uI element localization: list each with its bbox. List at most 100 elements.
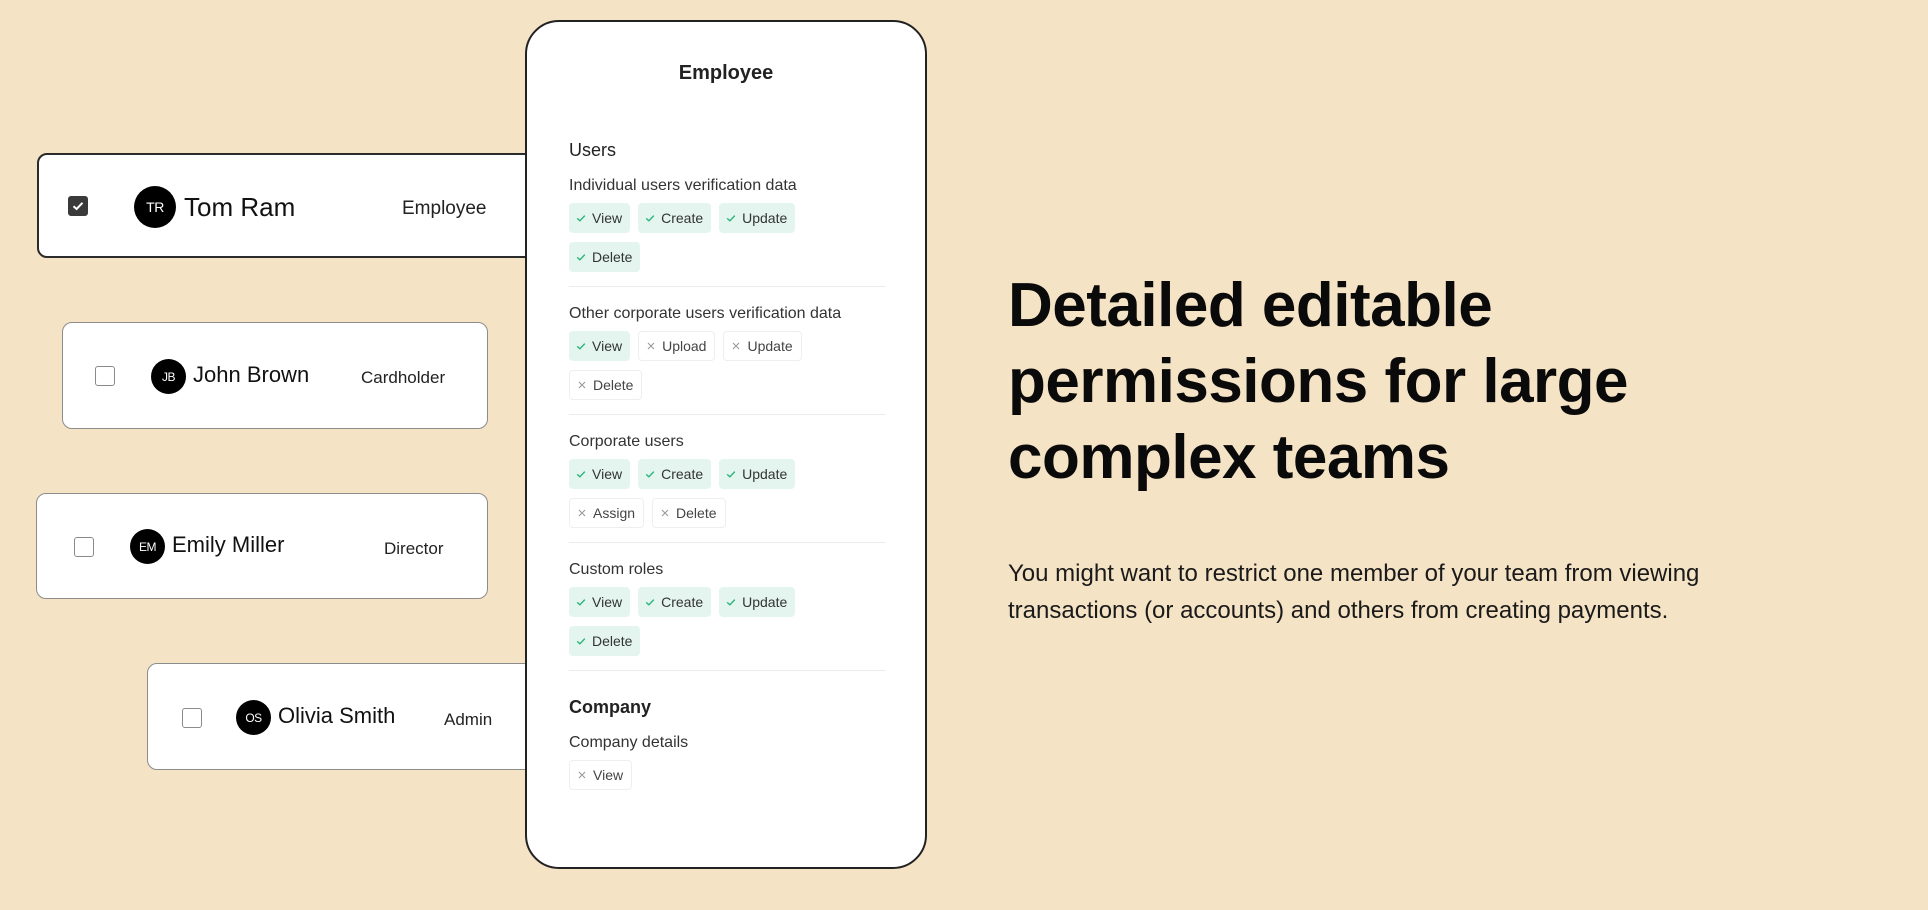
divider [569,286,886,287]
permission-label: Custom roles [569,561,664,578]
chip-label: View [592,466,623,482]
user-name: Emily Miller [172,532,285,557]
cross-icon [647,342,655,350]
permission-chip-delete[interactable]: Delete [569,626,641,656]
permission-chip-update[interactable]: Update [719,203,796,233]
permission-block: Corporate users View Create Update Assign Del… [569,433,883,528]
avatar: TR [134,186,176,228]
user-role: Admin [444,710,493,729]
permission-block: Other corporate users verification data V… [569,305,883,400]
page-headline: Detailed editable permissions for large … [1008,271,1629,492]
permission-chip-view[interactable]: View [569,331,631,361]
avatar: EM [130,529,165,564]
permission-block: Company details View [569,734,883,790]
check-icon [72,202,84,211]
permission-chip-view[interactable]: View [569,587,631,617]
permissions-panel: Employee Users Individual users verificat… [525,20,927,869]
permission-chip-delete[interactable]: Delete [652,498,726,528]
cross-icon [578,381,586,389]
permission-chip-assign[interactable]: Assign [569,498,645,528]
chip-label: Update [742,594,788,610]
chip-label: View [592,338,623,354]
user-card-tom-ram[interactable]: TR Tom Ram Employee [37,153,548,258]
permission-chip-view[interactable]: View [569,760,633,790]
permission-chip-create[interactable]: Create [638,203,712,233]
divider [569,670,886,671]
divider [569,542,886,543]
user-name: Olivia Smith [278,703,396,728]
check-icon [576,215,586,222]
user-role: Employee [402,198,487,219]
permission-chip-update[interactable]: Update [723,331,802,361]
user-checkbox[interactable] [74,537,94,557]
check-icon [645,215,655,222]
permission-chips: View Create Update Delete [569,203,869,272]
user-card-olivia-smith[interactable]: OS Olivia Smith Admin [147,663,548,770]
permissions-list: Users Individual users verification data V… [569,140,886,790]
cross-icon [578,509,586,517]
permission-chip-view[interactable]: View [569,203,631,233]
chip-label: Update [742,466,788,482]
permission-chip-view[interactable]: View [569,459,631,489]
avatar: OS [236,700,271,735]
permission-label: Other corporate users verification data [569,305,842,322]
cross-icon [733,342,740,350]
chip-label: Update [747,338,793,354]
permission-group-title: Company [569,697,652,717]
check-icon [576,599,586,606]
chip-label: Delete [592,633,633,649]
permission-chips: View Create Update Assign Delete [569,459,869,528]
permission-label: Corporate users [569,433,684,450]
user-checkbox[interactable] [182,708,202,728]
check-icon [726,599,736,606]
user-checkbox[interactable] [68,196,88,216]
check-icon [576,471,586,478]
chip-label: View [592,594,623,610]
permission-chip-update[interactable]: Update [719,459,796,489]
avatar: JB [151,359,186,394]
check-icon [576,254,586,261]
permission-chip-create[interactable]: Create [638,587,712,617]
panel-title: Employee [678,62,774,84]
divider [569,414,886,415]
check-icon [726,471,736,478]
permission-chips: View Create Update Delete [569,587,869,656]
permission-chip-delete[interactable]: Delete [569,242,641,272]
chip-label: Delete [593,377,634,393]
user-checkbox[interactable] [95,366,115,386]
user-role: Director [384,539,444,558]
user-card-emily-miller[interactable]: EM Emily Miller Director [36,493,488,599]
check-icon [576,343,586,350]
permission-chip-create[interactable]: Create [638,459,712,489]
permission-chip-update[interactable]: Update [719,587,796,617]
permission-label: Company details [569,734,689,751]
check-icon [645,599,655,606]
chip-label: Upload [662,338,707,354]
chip-label: Delete [592,249,633,265]
chip-label: Create [661,210,704,226]
permission-block: Custom roles View Create Update Delete [569,561,883,656]
permission-group-title: Users [569,140,617,160]
chip-label: View [592,210,623,226]
check-icon [726,215,736,222]
user-name: Tom Ram [184,192,296,222]
permission-chip-upload[interactable]: Upload [638,331,716,361]
user-role: Cardholder [361,368,446,387]
cross-icon [578,771,586,779]
permission-label: Individual users verification data [569,177,797,194]
chip-label: Create [661,594,704,610]
check-icon [645,471,655,478]
permission-chips: View Upload Update Delete [569,331,869,400]
permission-block: Individual users verification data View Cr… [569,177,883,272]
page-description: You might want to restrict one member of… [1008,560,1700,624]
permission-chip-delete[interactable]: Delete [569,370,643,400]
cross-icon [661,509,669,517]
check-icon [576,638,586,645]
permission-chips: View [569,760,869,790]
chip-label: Update [742,210,788,226]
chip-label: Create [661,466,704,482]
user-card-john-brown[interactable]: JB John Brown Cardholder [62,322,488,429]
user-name: John Brown [193,362,310,387]
chip-label: View [593,767,624,783]
chip-label: Assign [593,505,636,521]
